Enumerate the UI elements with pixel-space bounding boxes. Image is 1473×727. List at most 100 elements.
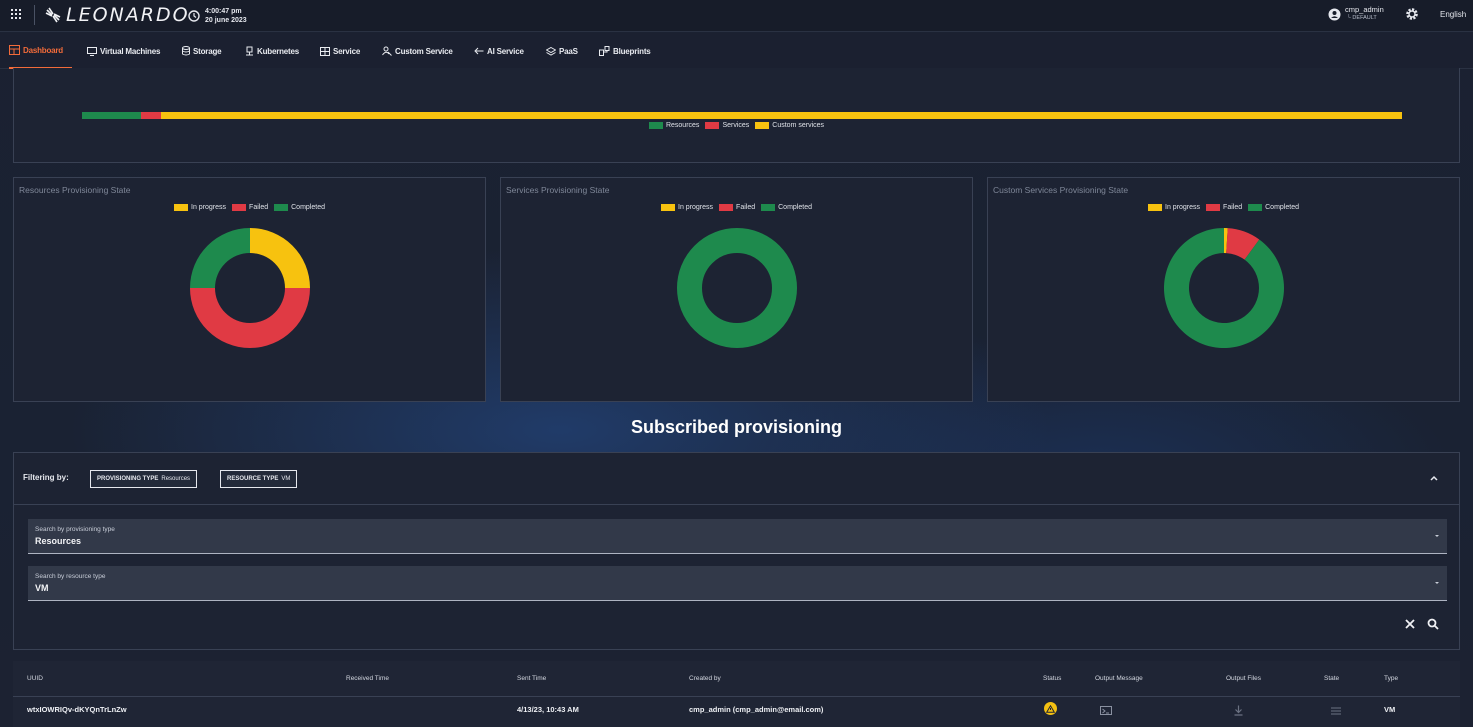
legend-label: Failed: [736, 204, 756, 211]
legend-item[interactable]: In progress: [174, 204, 226, 211]
legend-item[interactable]: Custom services: [755, 122, 824, 129]
column-header[interactable]: Created by: [689, 675, 721, 682]
table-row[interactable]: wtxIOWRIQv-dKYQnTrLnZw 4/13/23, 10:43 AM…: [13, 697, 1460, 727]
chip-key: PROVISIONING TYPE: [97, 476, 159, 482]
column-header[interactable]: Status: [1043, 675, 1061, 682]
donut-slice-failed[interactable]: [190, 288, 310, 348]
nav-label: AI Service: [487, 46, 524, 56]
logo: LEONARDO: [44, 4, 190, 26]
legend-item[interactable]: Resources: [648, 122, 700, 129]
column-header[interactable]: Output Files: [1226, 675, 1261, 682]
filter-summary[interactable]: Filtering by: PROVISIONING TYPE Resource…: [14, 453, 1459, 505]
download-icon[interactable]: [1234, 705, 1243, 716]
column-header[interactable]: Type: [1384, 675, 1398, 682]
nav-kubernetes[interactable]: Kubernetes: [245, 33, 299, 69]
legend-swatch: [661, 204, 676, 211]
main-nav: Dashboard Virtual Machines Storage Kuber…: [0, 33, 1473, 69]
filter-chip-provisioning-type[interactable]: PROVISIONING TYPE Resources: [90, 470, 198, 488]
cell-sent-time: 4/13/23, 10:43 AM: [517, 705, 579, 714]
overview-stacked-bar: [82, 112, 1402, 119]
legend-swatch: [719, 204, 734, 211]
donut-slice-completed[interactable]: [190, 228, 250, 288]
nav-virtual-machines[interactable]: Virtual Machines: [87, 33, 160, 69]
legend-item[interactable]: Failed: [1206, 204, 1242, 211]
provisioning-type-select[interactable]: Search by provisioning type Resources: [28, 519, 1447, 554]
output-message-icon[interactable]: [1100, 706, 1112, 715]
state-list-icon[interactable]: [1331, 707, 1341, 715]
column-header[interactable]: Received Time: [346, 675, 389, 682]
warning-status-icon[interactable]: [1044, 702, 1057, 715]
legend-swatch: [1206, 204, 1221, 211]
chip-value: VM: [281, 476, 291, 482]
ai-service-icon: [474, 47, 484, 55]
field-value: Resources: [35, 536, 82, 546]
donut-slice-in-progress[interactable]: [250, 228, 310, 288]
legend-item[interactable]: Completed: [761, 204, 812, 211]
column-header[interactable]: Output Message: [1095, 675, 1143, 682]
column-header[interactable]: Sent Time: [517, 675, 546, 682]
legend-label: Completed: [1265, 204, 1299, 211]
nav-label: Kubernetes: [257, 46, 300, 56]
chevron-up-icon[interactable]: [1429, 474, 1439, 482]
cell-type: VM: [1384, 705, 1396, 714]
nav-label: Storage: [193, 46, 222, 56]
field-value: VM: [35, 583, 49, 593]
donut-slice-completed[interactable]: [1164, 228, 1284, 348]
chip-key: RESOURCE TYPE: [227, 476, 279, 482]
legend-item[interactable]: In progress: [1148, 204, 1200, 211]
legend-item[interactable]: In progress: [661, 204, 713, 211]
nav-custom-service[interactable]: Custom Service: [382, 33, 453, 69]
clear-filters-icon[interactable]: [1404, 618, 1416, 630]
cell-uuid: wtxIOWRIQv-dKYQnTrLnZw: [27, 705, 127, 714]
legend-label: Resources: [665, 122, 700, 129]
blueprints-icon: [599, 46, 610, 56]
column-header[interactable]: State: [1324, 675, 1339, 682]
legend-label: Services: [722, 122, 750, 129]
legend-label: In progress: [1165, 204, 1201, 211]
legend-swatch: [174, 204, 189, 211]
legend-item[interactable]: Completed: [1248, 204, 1299, 211]
panel-title: Custom Services Provisioning State: [993, 185, 1129, 195]
legend-item[interactable]: Failed: [719, 204, 755, 211]
resources-provisioning-panel: Resources Provisioning State In progress…: [13, 177, 486, 402]
leonardo-logo-icon: [45, 7, 61, 23]
nav-label: Dashboard: [23, 45, 63, 55]
column-header[interactable]: UUID: [27, 675, 43, 682]
divider: [34, 5, 35, 25]
custom-services-donut-chart: [1164, 228, 1284, 348]
provisioning-table: UUID Received Time Sent Time Created by …: [13, 661, 1460, 727]
username: cmp_admin: [1345, 5, 1384, 14]
legend-item[interactable]: Services: [705, 122, 749, 129]
current-time: 4:00:47 pm: [205, 8, 242, 15]
chip-value: Resources: [161, 476, 191, 482]
user-menu[interactable]: cmp_admin └ DEFAULT: [1328, 6, 1384, 22]
nav-storage[interactable]: Storage: [182, 33, 222, 69]
field-label: Search by provisioning type: [35, 526, 115, 533]
services-provisioning-panel: Services Provisioning State In progress F…: [500, 177, 973, 402]
overview-segment-resources: [82, 112, 142, 119]
legend-swatch: [755, 122, 770, 129]
nav-service[interactable]: Service: [320, 33, 360, 69]
nav-label: Virtual Machines: [100, 46, 161, 56]
language-selector[interactable]: English: [1440, 10, 1466, 19]
filter-chip-resource-type[interactable]: RESOURCE TYPE VM: [220, 470, 298, 488]
legend-item[interactable]: Failed: [232, 204, 268, 211]
nav-ai-service[interactable]: AI Service: [474, 33, 524, 69]
donut-slice-completed[interactable]: [677, 228, 797, 348]
overview-legend: Resources Services Custom services: [14, 122, 1459, 129]
search-icon[interactable]: [1427, 618, 1439, 630]
donut-legend: In progress Failed Completed: [14, 204, 485, 211]
cell-created-by: cmp_admin (cmp_admin@email.com): [689, 705, 824, 714]
legend-item[interactable]: Completed: [274, 204, 325, 211]
settings-gear-icon[interactable]: [1405, 7, 1419, 21]
nav-paas[interactable]: PaaS: [546, 33, 578, 69]
apps-grid-icon[interactable]: [11, 9, 21, 19]
resource-type-select[interactable]: Search by resource type VM: [28, 566, 1447, 601]
panel-title: Resources Provisioning State: [19, 185, 131, 195]
custom-service-icon: [382, 46, 392, 56]
dropdown-caret-icon: [1435, 535, 1439, 537]
nav-blueprints[interactable]: Blueprints: [599, 33, 651, 69]
services-donut-chart: [677, 228, 797, 348]
nav-dashboard[interactable]: Dashboard: [9, 33, 72, 69]
resources-donut-chart: [190, 228, 310, 348]
